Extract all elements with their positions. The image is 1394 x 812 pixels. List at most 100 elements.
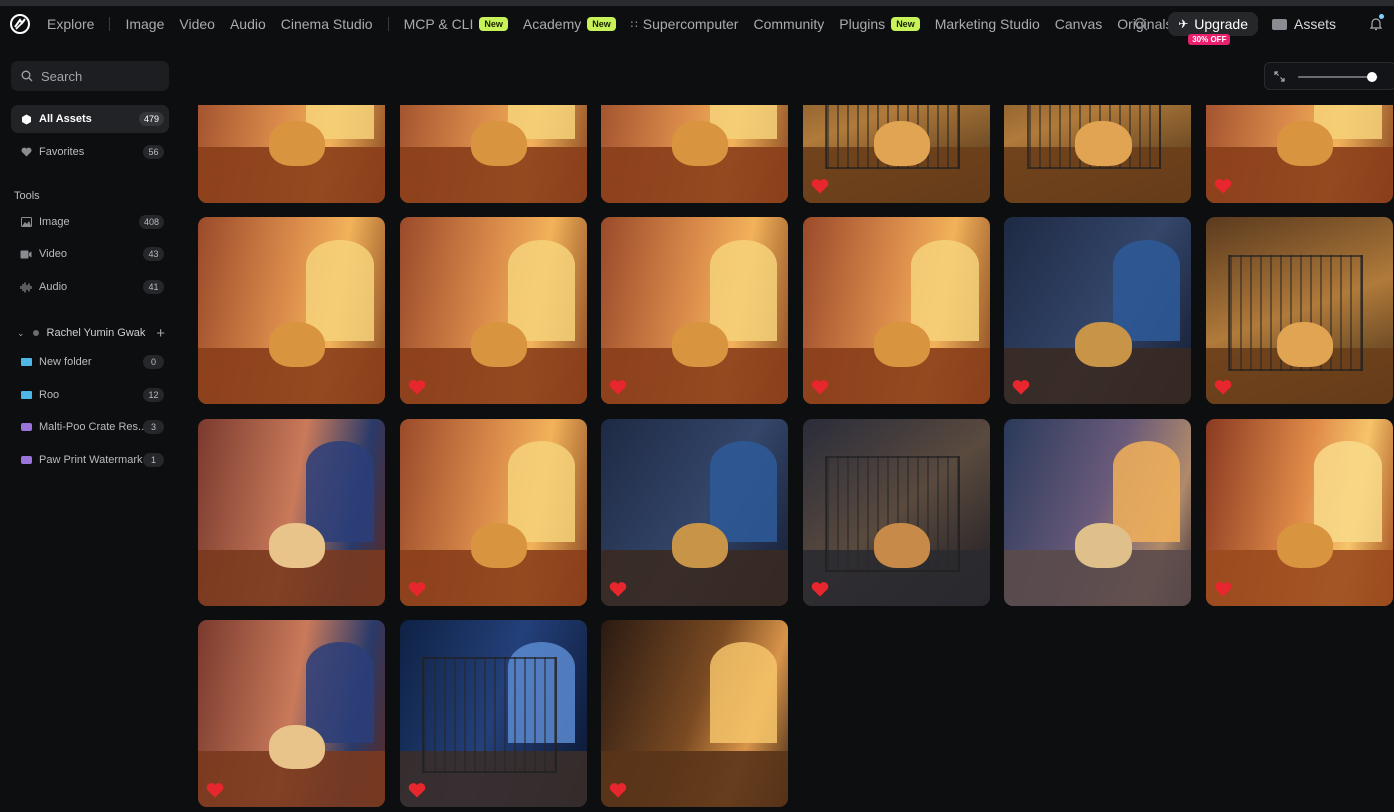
- favorite-heart-icon[interactable]: [408, 379, 426, 395]
- new-badge: New: [479, 17, 508, 31]
- asset-thumbnail[interactable]: [399, 217, 587, 405]
- favorite-heart-icon[interactable]: [609, 379, 627, 395]
- asset-thumbnail[interactable]: [601, 418, 789, 606]
- item-count: 41: [143, 280, 164, 294]
- thumbnail-puppy: [470, 322, 527, 367]
- upgrade-button[interactable]: ✈ Upgrade 30% OFF: [1168, 12, 1258, 45]
- nav-divider: [109, 17, 111, 31]
- thumbnail-floor: [601, 750, 789, 807]
- favorite-heart-icon[interactable]: [1214, 178, 1232, 194]
- discount-badge: 30% OFF: [1188, 34, 1231, 45]
- favorite-heart-icon[interactable]: [1012, 379, 1030, 395]
- favorite-heart-icon[interactable]: [1214, 581, 1232, 597]
- asset-thumbnail[interactable]: [1206, 217, 1393, 405]
- search-input[interactable]: [41, 68, 151, 84]
- sidebar-item-all-assets[interactable]: All Assets 479: [11, 105, 169, 133]
- image-icon: [20, 216, 32, 228]
- item-count: 56: [143, 145, 164, 159]
- item-count: 0: [143, 355, 164, 369]
- asset-thumbnail[interactable]: [399, 418, 587, 606]
- nav-marketing-studio[interactable]: Marketing Studio: [935, 16, 1040, 32]
- nav-community[interactable]: Community: [753, 16, 824, 32]
- sidebar-folder-roo[interactable]: Roo 12: [11, 381, 169, 409]
- thumbnail-puppy: [269, 724, 326, 770]
- sidebar-folder-malti-poo[interactable]: Malti-Poo Crate Res... 3: [11, 413, 169, 441]
- favorite-heart-icon[interactable]: [609, 581, 627, 597]
- asset-thumbnail[interactable]: [601, 619, 789, 807]
- sidebar-folder-paw-print[interactable]: Paw Print Watermark 1: [11, 446, 169, 474]
- app-logo-icon[interactable]: [9, 13, 31, 35]
- item-count: 12: [143, 388, 164, 402]
- nav-academy[interactable]: Academy New: [523, 16, 616, 32]
- waveform-icon: [20, 281, 32, 293]
- asset-thumbnail[interactable]: [1004, 217, 1192, 405]
- sidebar-item-label: Roo: [39, 389, 60, 401]
- video-icon: [20, 248, 32, 260]
- expand-icon[interactable]: [1265, 70, 1293, 82]
- sidebar-item-image[interactable]: Image 408: [11, 208, 169, 236]
- asset-thumbnail[interactable]: [601, 217, 789, 405]
- favorite-heart-icon[interactable]: [1214, 379, 1232, 395]
- item-count: 408: [138, 215, 164, 229]
- sidebar-item-label: Audio: [39, 281, 68, 293]
- asset-thumbnail[interactable]: [399, 619, 587, 807]
- search-icon[interactable]: [1126, 17, 1156, 31]
- nav-supercomputer[interactable]: ∷ Supercomputer: [631, 16, 739, 32]
- slider-thumb[interactable]: [1366, 72, 1377, 82]
- tools-heading: Tools: [14, 190, 40, 202]
- asset-thumbnail[interactable]: [1004, 418, 1192, 606]
- thumbnail-puppy: [672, 322, 729, 367]
- asset-thumbnail[interactable]: [198, 619, 385, 807]
- sidebar-item-label: Malti-Poo Crate Res...: [39, 421, 148, 433]
- workspace-group-header[interactable]: ⌄ Rachel Yumin Gwak +: [11, 324, 169, 342]
- sidebar-folder-new-folder[interactable]: New folder 0: [11, 348, 169, 376]
- favorite-heart-icon[interactable]: [408, 581, 426, 597]
- asset-thumbnail[interactable]: [802, 105, 990, 203]
- sidebar-item-favorites[interactable]: Favorites 56: [11, 138, 169, 166]
- sidebar-item-label: Image: [39, 216, 70, 228]
- favorite-heart-icon[interactable]: [811, 581, 829, 597]
- sidebar-item-audio[interactable]: Audio 41: [11, 273, 169, 301]
- assets-button[interactable]: Assets: [1271, 16, 1336, 32]
- heart-icon: [20, 146, 32, 158]
- nav-plugins[interactable]: Plugins New: [839, 16, 920, 32]
- asset-thumbnail[interactable]: [601, 105, 789, 203]
- rocket-icon: ✈: [1178, 17, 1189, 31]
- favorite-heart-icon[interactable]: [206, 782, 224, 798]
- asset-thumbnail[interactable]: [1004, 105, 1192, 203]
- item-count: 3: [143, 420, 164, 434]
- thumbnail-window: [306, 239, 374, 341]
- asset-thumbnail[interactable]: [198, 418, 385, 606]
- thumbnail-window: [1314, 441, 1382, 542]
- thumbnail-window: [1112, 239, 1181, 341]
- thumbnail-puppy: [1075, 322, 1132, 367]
- asset-thumbnail[interactable]: [802, 418, 990, 606]
- nav-explore[interactable]: Explore: [47, 16, 94, 32]
- search-box[interactable]: [11, 61, 169, 91]
- notifications-bell-icon[interactable]: [1366, 14, 1386, 31]
- favorite-heart-icon[interactable]: [811, 178, 829, 194]
- thumbnail-window: [911, 239, 979, 341]
- chevron-down-icon[interactable]: ⌄: [17, 328, 25, 339]
- asset-thumbnail[interactable]: [399, 105, 587, 203]
- favorite-heart-icon[interactable]: [811, 379, 829, 395]
- favorite-heart-icon[interactable]: [609, 782, 627, 798]
- nav-video[interactable]: Video: [179, 16, 215, 32]
- asset-thumbnail[interactable]: [198, 217, 385, 405]
- nav-cinema-studio[interactable]: Cinema Studio: [281, 16, 373, 32]
- add-folder-icon[interactable]: +: [156, 325, 165, 342]
- nav-canvas[interactable]: Canvas: [1055, 16, 1102, 32]
- grid-size-slider[interactable]: [1298, 72, 1378, 82]
- thumbnail-window: [508, 239, 576, 341]
- asset-thumbnail[interactable]: [1206, 105, 1393, 203]
- asset-thumbnail[interactable]: [1206, 418, 1393, 606]
- sidebar-item-video[interactable]: Video 43: [11, 240, 169, 268]
- thumbnail-puppy: [269, 322, 326, 367]
- nav-audio[interactable]: Audio: [230, 16, 266, 32]
- thumbnail-puppy: [672, 120, 729, 166]
- nav-mcp-cli[interactable]: MCP & CLI New: [404, 16, 508, 32]
- asset-thumbnail[interactable]: [198, 105, 385, 203]
- asset-thumbnail[interactable]: [802, 217, 990, 405]
- nav-image[interactable]: Image: [125, 16, 164, 32]
- favorite-heart-icon[interactable]: [408, 782, 426, 798]
